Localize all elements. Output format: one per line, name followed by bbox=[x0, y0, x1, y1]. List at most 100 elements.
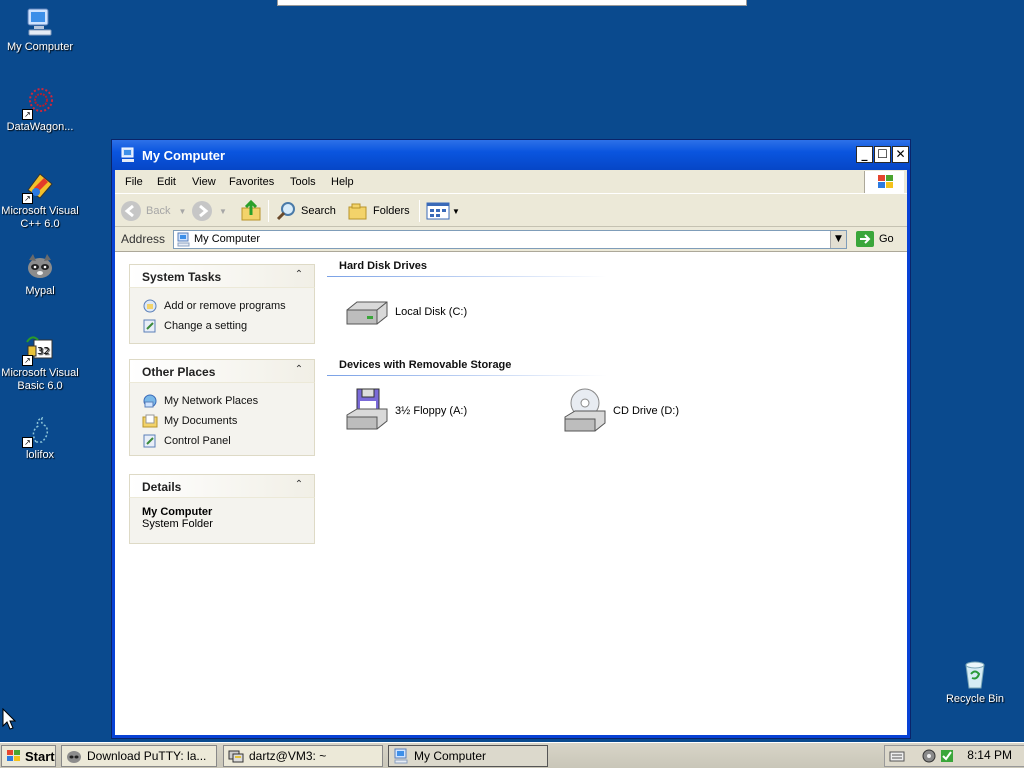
desktop-icon-lolifox[interactable]: ↗ lolifox bbox=[0, 414, 80, 462]
other-places-header[interactable]: Other Places ⌃ bbox=[129, 359, 315, 382]
my-computer-window[interactable]: My Computer _ ☐ ✕ File Edit View Favorit… bbox=[111, 139, 911, 739]
change-setting-link[interactable]: Change a setting bbox=[142, 316, 304, 336]
taskbar-item-label: dartz@VM3: ~ bbox=[249, 749, 327, 763]
desktop-icon-mypal[interactable]: Mypal bbox=[0, 250, 80, 298]
drive-label: CD Drive (D:) bbox=[613, 405, 679, 417]
desktop-icon-label: lolifox bbox=[25, 449, 55, 461]
desktop-icon-visual-basic[interactable]: 32 ↗ Microsoft Visual Basic 6.0 bbox=[0, 332, 80, 393]
computer-icon bbox=[121, 147, 135, 163]
start-label: Start bbox=[25, 748, 55, 764]
taskbar-item-putty-download[interactable]: Download PuTTY: la... bbox=[61, 745, 217, 767]
putty-icon bbox=[228, 750, 244, 763]
menu-file[interactable]: File bbox=[125, 176, 143, 188]
my-network-places-link[interactable]: My Network Places bbox=[142, 391, 304, 411]
mouse-cursor-icon bbox=[2, 708, 16, 730]
lolifox-icon: ↗ bbox=[22, 414, 56, 448]
shortcut-arrow-icon: ↗ bbox=[22, 193, 33, 204]
desktop-icon-my-computer[interactable]: My Computer bbox=[0, 6, 80, 54]
address-label: Address bbox=[121, 232, 166, 246]
minimize-button[interactable]: _ bbox=[856, 146, 873, 163]
collapse-chevron-icon[interactable]: ⌃ bbox=[292, 363, 306, 377]
search-button[interactable]: Search bbox=[275, 199, 336, 223]
back-arrow-icon bbox=[121, 201, 141, 221]
desktop-icon-label: Microsoft Visual C++ 6.0 bbox=[1, 205, 79, 230]
desktop-icon-datawagon[interactable]: ↗ DataWagon... bbox=[0, 86, 80, 134]
menu-edit[interactable]: Edit bbox=[157, 176, 176, 188]
go-arrow-icon bbox=[856, 231, 874, 247]
views-button[interactable]: ▼ bbox=[426, 199, 460, 223]
control-panel-icon bbox=[143, 434, 156, 448]
other-places-panel: Other Places ⌃ My Network Places My Docu… bbox=[129, 359, 315, 456]
recycle-bin-icon bbox=[959, 658, 991, 690]
top-window-edge bbox=[277, 0, 747, 6]
hard-disk-icon bbox=[346, 301, 388, 325]
address-dropdown-icon[interactable]: ▼ bbox=[830, 231, 846, 248]
content-area: System Tasks ⌃ Add or remove programs Ch… bbox=[115, 251, 907, 735]
my-documents-link[interactable]: My Documents bbox=[142, 411, 304, 431]
windows-logo-icon bbox=[864, 171, 904, 193]
desktop-icon-visual-cpp[interactable]: ↗ Microsoft Visual C++ 6.0 bbox=[0, 170, 80, 231]
link-label: Control Panel bbox=[164, 435, 231, 447]
search-label: Search bbox=[301, 205, 336, 217]
go-button[interactable]: Go bbox=[855, 230, 894, 248]
forward-dropdown-icon[interactable]: ▼ bbox=[219, 207, 227, 216]
desktop-icon-label: Microsoft Visual Basic 6.0 bbox=[1, 367, 79, 392]
taskbar-item-putty-session[interactable]: dartz@VM3: ~ bbox=[223, 745, 383, 767]
folders-button[interactable]: Folders bbox=[347, 199, 410, 223]
details-item-type: System Folder bbox=[142, 518, 213, 530]
cd-drive-icon bbox=[564, 388, 606, 432]
cd-drive-d[interactable]: CD Drive (D:) bbox=[561, 387, 679, 435]
drive-label: 3½ Floppy (A:) bbox=[395, 405, 468, 417]
local-disk-c[interactable]: Local Disk (C:) bbox=[343, 288, 467, 336]
collapse-chevron-icon[interactable]: ⌃ bbox=[292, 478, 306, 492]
address-input[interactable]: My Computer ▼ bbox=[173, 230, 847, 249]
forward-button[interactable]: ▼ bbox=[191, 199, 227, 223]
up-folder-button[interactable] bbox=[239, 199, 263, 223]
views-dropdown-icon[interactable]: ▼ bbox=[452, 207, 460, 216]
toolbar-separator bbox=[419, 200, 420, 222]
group-divider bbox=[327, 375, 607, 376]
window-titlebar[interactable]: My Computer _ ☐ ✕ bbox=[112, 140, 910, 170]
computer-icon bbox=[24, 6, 56, 38]
back-dropdown-icon[interactable]: ▼ bbox=[178, 207, 186, 216]
keyboard-icon[interactable] bbox=[889, 749, 905, 763]
shield-tray-icon[interactable] bbox=[939, 748, 955, 764]
details-panel: Details ⌃ My Computer System Folder bbox=[129, 474, 315, 544]
taskbar-item-label: My Computer bbox=[414, 749, 487, 763]
link-label: Add or remove programs bbox=[164, 300, 286, 312]
floppy-drive-a[interactable]: 3½ Floppy (A:) bbox=[343, 387, 467, 435]
collapse-chevron-icon[interactable]: ⌃ bbox=[292, 268, 306, 282]
back-button[interactable]: Back ▼ bbox=[120, 199, 186, 223]
link-label: My Documents bbox=[164, 415, 238, 427]
add-remove-programs-link[interactable]: Add or remove programs bbox=[142, 296, 304, 316]
menu-view[interactable]: View bbox=[192, 176, 216, 188]
menu-bar: File Edit View Favorites Tools Help bbox=[115, 170, 907, 194]
computer-icon bbox=[177, 232, 190, 247]
other-places-title: Other Places bbox=[142, 365, 216, 379]
shortcut-arrow-icon: ↗ bbox=[22, 355, 33, 366]
taskbar-item-my-computer[interactable]: My Computer bbox=[388, 745, 548, 767]
system-tasks-title: System Tasks bbox=[142, 270, 222, 284]
menu-favorites[interactable]: Favorites bbox=[229, 176, 274, 188]
windows-flag-icon bbox=[7, 750, 20, 761]
network-tray-icon[interactable] bbox=[921, 748, 937, 764]
visual-cpp-icon: ↗ bbox=[22, 170, 56, 204]
desktop-icon-recycle-bin[interactable]: Recycle Bin bbox=[935, 658, 1015, 706]
computer-icon bbox=[394, 748, 408, 764]
views-icon bbox=[426, 202, 450, 220]
close-button[interactable]: ✕ bbox=[892, 146, 909, 163]
go-label: Go bbox=[879, 233, 894, 245]
removable-storage-heading: Devices with Removable Storage bbox=[339, 359, 512, 371]
datawagon-icon: ↗ bbox=[22, 86, 56, 120]
start-button[interactable]: Start bbox=[1, 745, 56, 767]
details-title: Details bbox=[142, 480, 182, 494]
window-title: My Computer bbox=[142, 148, 226, 163]
menu-help[interactable]: Help bbox=[331, 176, 354, 188]
details-header[interactable]: Details ⌃ bbox=[129, 474, 315, 497]
system-tasks-header[interactable]: System Tasks ⌃ bbox=[129, 264, 315, 287]
toolbar-separator bbox=[268, 200, 269, 222]
menu-tools[interactable]: Tools bbox=[290, 176, 316, 188]
browser-icon bbox=[67, 751, 81, 763]
maximize-button[interactable]: ☐ bbox=[874, 146, 891, 163]
control-panel-link[interactable]: Control Panel bbox=[142, 431, 304, 451]
